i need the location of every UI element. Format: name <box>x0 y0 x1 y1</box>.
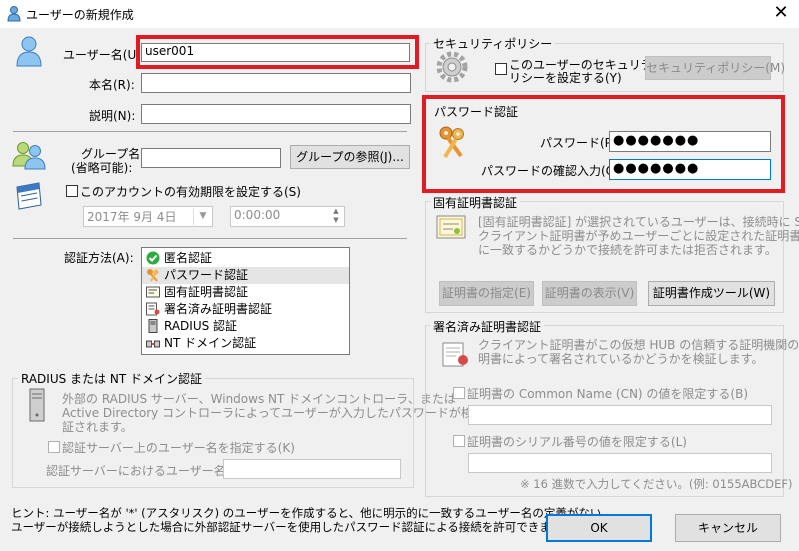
signed-cert-desc-line2: 明書によって署名されているかどうかを検証します。 <box>478 352 764 366</box>
calendar-icon <box>16 182 42 210</box>
user-icon <box>7 6 21 22</box>
list-item-radius[interactable]: RADIUS 認証 <box>142 318 349 335</box>
list-item-label: NT ドメイン認証 <box>164 336 257 350</box>
serial-checkbox-label: 証明書のシリアル番号の値を限定する(L) <box>467 435 687 449</box>
ok-button[interactable]: OK <box>546 514 652 542</box>
close-button[interactable]: ✕ <box>766 1 796 27</box>
list-item-label: 固有証明書認証 <box>164 285 249 299</box>
list-item-password[interactable]: パスワード認証 <box>142 267 349 284</box>
password-confirm-input[interactable]: ●●●●●●● <box>609 159 771 180</box>
certificate-icon <box>436 215 466 239</box>
password-input[interactable]: ●●●●●●● <box>609 131 771 152</box>
signed-certificate-icon <box>442 342 468 367</box>
signed-cert-title: 署名済み証明書認証 <box>430 318 545 335</box>
note-label: 説明(N): <box>89 109 136 123</box>
list-item-label: RADIUS 認証 <box>164 319 238 333</box>
security-policy-checkbox[interactable] <box>495 63 507 75</box>
password-confirm-label: パスワードの確認入力(C): <box>481 164 623 178</box>
nt-domain-icon <box>146 340 160 348</box>
expire-date-value: 2017年 9月 4日 <box>87 210 177 224</box>
group-label-optional: (省略可能): <box>71 161 133 175</box>
cn-checkbox[interactable] <box>453 387 465 399</box>
hint-line2: ユーザーが接続しようとした場合に外部認証サーバーを使用したパスワード認証による接… <box>11 520 573 534</box>
fullname-input[interactable] <box>141 73 411 93</box>
password-confirm-value: ●●●●●●● <box>613 161 700 176</box>
radius-specify-checkbox[interactable] <box>48 441 60 453</box>
cancel-button[interactable]: キャンセル <box>675 514 781 542</box>
radius-description-line3: 証されます。 <box>62 420 133 434</box>
security-policy-button[interactable]: セキュリティポリシー(M) <box>645 56 785 80</box>
serial-input[interactable] <box>468 453 772 473</box>
expire-time-value: 0:00:00 <box>234 208 281 222</box>
cn-checkbox-label: 証明書の Common Name (CN) の値を限定する(B) <box>467 387 749 401</box>
keys-icon <box>147 269 159 282</box>
cert-tool-button[interactable]: 証明書作成ツール(W) <box>648 281 775 306</box>
note-input[interactable] <box>141 104 411 124</box>
list-item-label: 署名済み証明書認証 <box>164 302 273 316</box>
expire-time-input[interactable]: 0:00:00 <box>230 206 345 227</box>
keys-icon <box>439 126 464 159</box>
server-icon <box>148 319 158 333</box>
user-avatar-icon <box>16 36 42 67</box>
security-policy-checkbox-line2: リシーを設定する(Y) <box>509 71 622 85</box>
certificate-icon <box>146 286 160 298</box>
cert-view-button[interactable]: 証明書の表示(V) <box>542 281 637 306</box>
fullname-label: 本名(R): <box>89 78 135 92</box>
security-policy-title: セキュリティポリシー <box>430 35 556 52</box>
list-item-label: 匿名認証 <box>164 251 213 265</box>
chevron-down-icon[interactable]: ▼ <box>193 208 212 225</box>
cert-specify-button[interactable]: 証明書の指定(E) <box>439 281 534 306</box>
serial-note: ※ 16 進数で入力してください。(例: 0155ABCDEF) <box>520 477 793 491</box>
gear-icon <box>436 51 468 83</box>
list-item-label: パスワード認証 <box>164 268 249 282</box>
time-spinner-icon[interactable]: ▲ ▼ <box>329 207 343 226</box>
serial-checkbox[interactable] <box>453 435 465 447</box>
cn-input[interactable] <box>468 405 772 425</box>
radius-server-username-label: 認証サーバーにおけるユーザー名(T): <box>46 464 247 478</box>
group-input[interactable] <box>141 148 281 168</box>
radius-group-title: RADIUS または NT ドメイン認証 <box>18 370 205 387</box>
radius-server-username-input[interactable] <box>223 459 401 479</box>
signed-certificate-icon <box>146 302 160 316</box>
username-label: ユーザー名(U): <box>63 48 145 62</box>
password-value: ●●●●●●● <box>613 133 700 148</box>
expire-checkbox-label: このアカウントの有効期限を設定する(S) <box>80 185 301 199</box>
list-item-unique-cert[interactable]: 固有証明書認証 <box>142 284 349 301</box>
username-input[interactable]: user001 <box>141 43 410 62</box>
group-browse-button[interactable]: グループの参照(J)... <box>290 145 410 169</box>
expire-checkbox[interactable] <box>66 185 78 197</box>
radius-specify-label: 認証サーバー上のユーザー名を指定する(K) <box>62 441 295 455</box>
list-item-signed-cert[interactable]: 署名済み証明書認証 <box>142 301 349 318</box>
unique-cert-title: 固有証明書認証 <box>430 194 521 211</box>
list-item-nt-domain[interactable]: NT ドメイン認証 <box>142 335 349 352</box>
unique-cert-desc-line3: に一致するかどうかで接続を許可または拒否されます。 <box>478 243 777 257</box>
anonymous-check-icon <box>146 251 160 265</box>
window-title: ユーザーの新規作成 <box>26 8 134 22</box>
password-group-title: パスワード認証 <box>431 103 522 120</box>
group-icon <box>12 142 46 170</box>
auth-method-list[interactable]: 匿名認証 パスワード認証 固有証明書認証 署名済み証明書認証 RADIUS 認証… <box>141 247 350 355</box>
divider <box>13 238 407 239</box>
divider <box>13 131 407 132</box>
list-item-anonymous[interactable]: 匿名認証 <box>142 250 349 267</box>
auth-method-label: 認証方法(A): <box>64 251 134 265</box>
server-icon <box>29 388 45 422</box>
